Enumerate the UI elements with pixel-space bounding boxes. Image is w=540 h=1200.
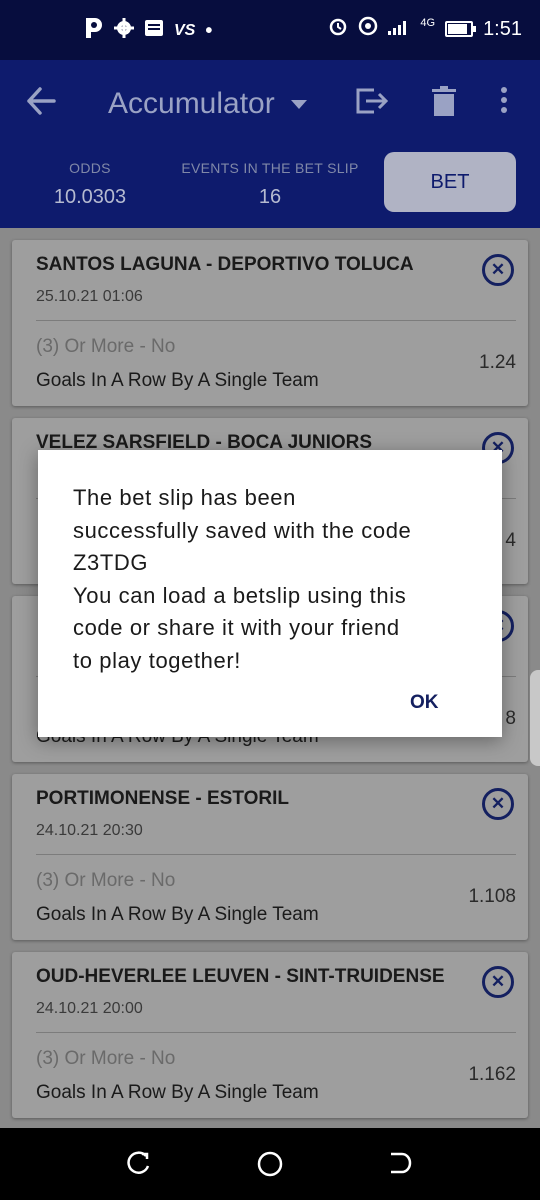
events-label: EVENTS IN THE BET SLIP [181, 160, 359, 176]
ok-button[interactable]: OK [410, 692, 439, 714]
bet-type-dropdown[interactable]: Accumulator [108, 87, 307, 121]
page-title: Accumulator [108, 87, 275, 120]
match-date: 25.10.21 01:06 [36, 288, 143, 305]
dialog-line: to play together! [73, 647, 241, 673]
bet-card: SANTOS LAGUNA - DEPORTIVO TOLUCA 25.10.2… [12, 240, 528, 406]
system-icons: 4G 1:51 [328, 16, 522, 42]
edge-panel-handle[interactable] [530, 670, 540, 766]
remove-bet-icon[interactable]: ✕ [482, 254, 514, 286]
status-bar: VS • 4G 1:51 [0, 0, 540, 60]
divider [36, 854, 516, 855]
match-name: OUD-HEVERLEE LEUVEN - SINT-TRUIDENSE [36, 966, 445, 987]
recent-apps-icon[interactable] [126, 1150, 154, 1178]
bet-odd: 8 [505, 708, 516, 729]
bet-card: OUD-HEVERLEE LEUVEN - SINT-TRUIDENSE 24.… [12, 952, 528, 1118]
bet-card: PORTIMONENSE - ESTORIL 24.10.21 20:30 ✕ … [12, 774, 528, 940]
match-date: 24.10.21 20:00 [36, 1000, 143, 1017]
events-summary: EVENTS IN THE BET SLIP 16 [180, 160, 360, 209]
bet-market: Goals In A Row By A Single Team [36, 1082, 319, 1103]
bet-market: Goals In A Row By A Single Team [36, 370, 319, 391]
gear-icon [114, 18, 134, 44]
dialog-line: code or share it with your friend [73, 615, 400, 640]
match-name: PORTIMONENSE - ESTORIL [36, 788, 290, 809]
odds-value: 10.0303 [53, 186, 127, 208]
bet-button[interactable]: BET [384, 152, 516, 212]
chevron-down-icon [290, 99, 307, 109]
signal-icon [388, 18, 410, 41]
remove-bet-icon[interactable]: ✕ [482, 966, 514, 998]
remove-bet-icon[interactable]: ✕ [482, 788, 514, 820]
dot-icon: • [205, 19, 213, 42]
events-value: 16 [258, 186, 282, 208]
bet-pick: (3) Or More - No [36, 870, 176, 891]
notification-icons: VS • [84, 16, 212, 46]
betslip-code: Z3TDG [73, 550, 149, 575]
dialog-message: The bet slip has been successfully saved… [73, 482, 477, 677]
odds-label: ODDS [69, 160, 111, 176]
trash-icon[interactable] [432, 86, 456, 121]
bet-odd: 4 [505, 530, 516, 551]
battery-icon [445, 21, 477, 37]
saved-betslip-dialog: The bet slip has been successfully saved… [38, 450, 502, 737]
odds-summary: ODDS 10.0303 [40, 160, 140, 209]
app-bar: Accumulator ODDS 10.0303 EVENTS IN THE B… [0, 60, 540, 228]
vs-icon: VS [174, 22, 196, 39]
clock: 1:51 [483, 17, 522, 40]
bet-odd: 1.108 [468, 886, 516, 907]
more-vert-icon[interactable] [500, 86, 508, 119]
divider [36, 1032, 516, 1033]
save-share-icon[interactable] [354, 86, 389, 121]
message-icon [144, 19, 164, 43]
dialog-line: You can load a betslip using this [73, 582, 407, 608]
alarm-icon [328, 16, 348, 42]
divider [36, 320, 516, 321]
dialog-line: successfully saved with the code [73, 517, 412, 543]
dialog-line: The bet slip has been [73, 485, 296, 510]
back-nav-icon[interactable] [388, 1150, 416, 1178]
bet-odd: 1.24 [479, 352, 516, 373]
p-app-icon [84, 16, 104, 46]
home-icon[interactable] [256, 1150, 284, 1178]
bet-market: Goals In A Row By A Single Team [36, 904, 319, 925]
4g-signal-icon: 4G [420, 17, 436, 29]
bet-pick: (3) Or More - No [36, 336, 176, 357]
match-date: 24.10.21 20:30 [36, 822, 143, 839]
bet-pick: (3) Or More - No [36, 1048, 176, 1069]
bet-odd: 1.162 [468, 1064, 516, 1085]
back-arrow-icon[interactable] [26, 86, 56, 123]
system-nav-bar [0, 1128, 540, 1200]
match-name: SANTOS LAGUNA - DEPORTIVO TOLUCA [36, 254, 414, 275]
hotspot-icon [358, 16, 378, 42]
